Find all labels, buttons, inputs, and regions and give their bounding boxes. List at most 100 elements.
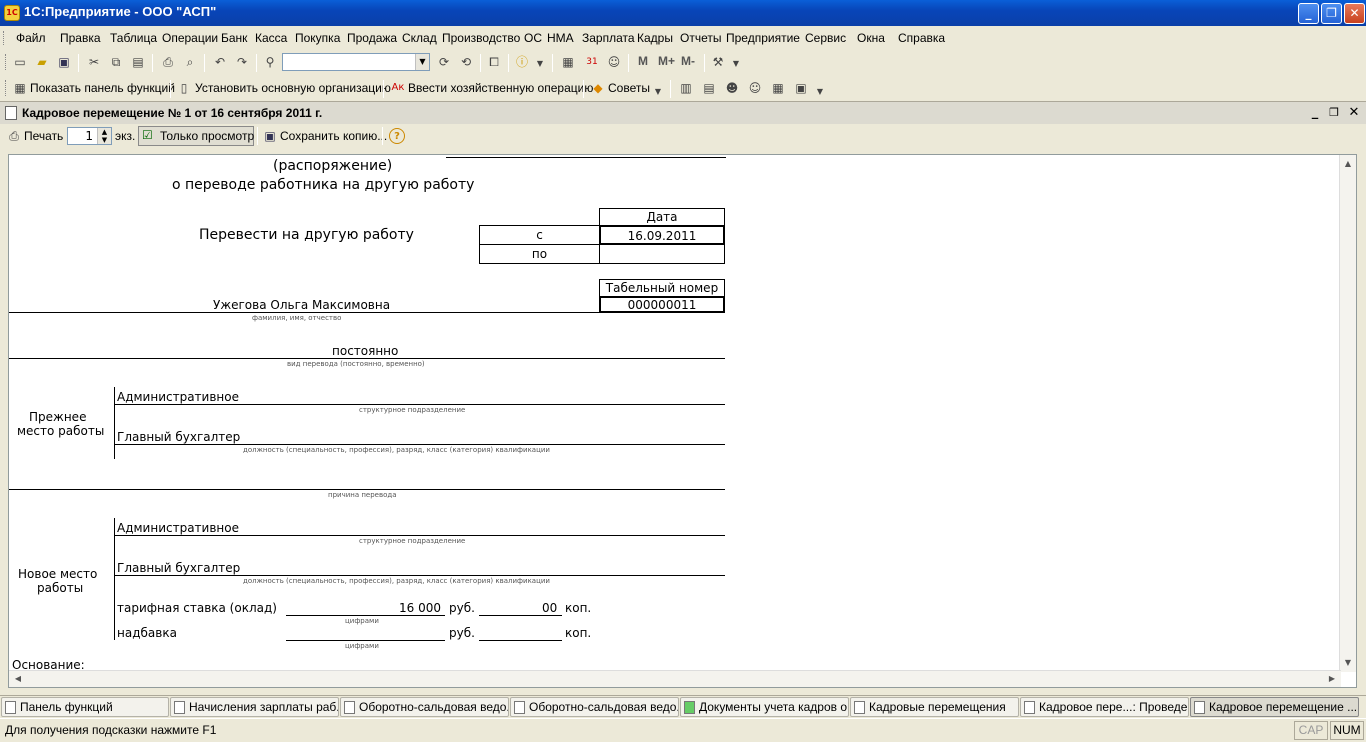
readonly-toggle[interactable]: ☑ Только просмотр — [138, 126, 254, 146]
menu-help[interactable]: Справка — [898, 31, 945, 45]
task-label: Кадровое перемещение ... — [1209, 700, 1358, 714]
vertical-scrollbar[interactable]: ▲ ▼ — [1339, 155, 1356, 672]
find-next-icon[interactable]: ⟳ — [436, 54, 452, 70]
toolbar-separator — [583, 80, 584, 98]
menu-enterprise[interactable]: Предприятие — [726, 31, 800, 45]
doc-minimize-button[interactable]: _ — [1307, 105, 1323, 121]
print-preview-icon[interactable]: ⌕ — [182, 54, 198, 70]
task-hr-documents[interactable]: Документы учета кадров о... — [680, 697, 849, 717]
menu-sales[interactable]: Продажа — [347, 31, 397, 45]
menu-salary[interactable]: Зарплата — [582, 31, 635, 45]
save-icon[interactable]: ▣ — [56, 54, 72, 70]
journal-icon[interactable]: ▤ — [701, 80, 717, 96]
undo-icon[interactable]: ↶ — [212, 54, 228, 70]
new-document-icon[interactable]: ▭ — [12, 54, 28, 70]
chevron-down-icon[interactable]: ▼ — [728, 56, 744, 72]
chevron-down-icon[interactable]: ▼ — [532, 56, 548, 72]
menu-edit[interactable]: Правка — [60, 31, 101, 45]
document-toolbar: ⎙ Печать 1 ▲ ▼ экз. ☑ Только просмотр ▣ С… — [0, 124, 1366, 148]
copies-stepper[interactable]: 1 ▲ ▼ — [67, 127, 112, 145]
menu-warehouse[interactable]: Склад — [402, 31, 437, 45]
stepper-arrows-icon[interactable]: ▲ ▼ — [97, 128, 111, 144]
task-salary-accruals[interactable]: Начисления зарплаты раб... — [170, 697, 339, 717]
employee-icon[interactable]: ☻ — [724, 80, 740, 96]
tips-button[interactable]: Советы — [608, 81, 650, 95]
cut-icon[interactable]: ✂ — [86, 54, 102, 70]
menu-intangibles[interactable]: НМА — [547, 31, 574, 45]
info-icon[interactable]: ⓘ — [514, 54, 530, 70]
save-copy-button[interactable]: Сохранить копию... — [280, 129, 387, 143]
report-icon[interactable]: ▦ — [770, 80, 786, 96]
doc-close-button[interactable]: ✕ — [1346, 105, 1362, 121]
tools-icon[interactable]: ⚒ — [710, 54, 726, 70]
task-balance-sheet-2[interactable]: Оборотно-сальдовая ведо... — [510, 697, 679, 717]
menu-windows[interactable]: Окна — [857, 31, 885, 45]
scroll-left-icon[interactable]: ◀ — [10, 671, 26, 687]
close-button[interactable]: ✕ — [1344, 3, 1365, 24]
toolbar-separator — [204, 54, 205, 72]
toolbar-separator — [704, 54, 705, 72]
calculator-icon[interactable]: ▦ — [560, 54, 576, 70]
users-icon[interactable]: ☺ — [606, 54, 622, 70]
menu-table[interactable]: Таблица — [110, 31, 157, 45]
allowance-digits-hint: цифрами — [345, 642, 379, 650]
restore-button[interactable]: ❐ — [1321, 3, 1342, 24]
menu-file[interactable]: Файл — [16, 31, 46, 45]
task-balance-sheet-1[interactable]: Оборотно-сальдовая ведо... — [340, 697, 509, 717]
menu-service[interactable]: Сервис — [805, 31, 846, 45]
horizontal-scrollbar[interactable]: ◀ ▶ — [9, 670, 1341, 687]
report-area: (распоряжение) о переводе работника на д… — [8, 154, 1357, 688]
show-panel-button[interactable]: Показать панель функций — [30, 81, 175, 95]
copy-icon[interactable]: ⧉ — [108, 54, 124, 70]
windows-icon[interactable]: ⧠ — [486, 54, 502, 70]
scroll-right-icon[interactable]: ▶ — [1324, 671, 1340, 687]
settings-icon[interactable]: ▣ — [793, 80, 809, 96]
enter-operation-button[interactable]: Ввести хозяйственную операцию — [408, 81, 593, 95]
chevron-down-icon[interactable]: ▼ — [650, 84, 666, 100]
print-icon[interactable]: ⎙ — [160, 54, 176, 70]
memory-button[interactable]: M — [638, 54, 648, 68]
calendar-icon[interactable]: 31 — [584, 54, 600, 70]
paste-icon[interactable]: ▤ — [130, 54, 146, 70]
minimize-button[interactable]: _ — [1298, 3, 1319, 24]
chevron-down-icon[interactable]: ▼ — [812, 84, 828, 100]
bank-icon[interactable]: ▥ — [678, 80, 694, 96]
redo-icon[interactable]: ↷ — [234, 54, 250, 70]
menu-cash[interactable]: Касса — [255, 31, 287, 45]
set-main-org-button[interactable]: Установить основную организацию — [195, 81, 391, 95]
doc-restore-button[interactable]: ❐ — [1326, 105, 1342, 121]
task-transfers-list[interactable]: Кадровые перемещения — [850, 697, 1019, 717]
toolbar-separator — [552, 54, 553, 72]
allowance-kop-line — [479, 640, 562, 641]
menu-operations[interactable]: Операции — [162, 31, 218, 45]
document-header: Кадровое перемещение № 1 от 16 сентября … — [0, 102, 1366, 124]
task-label: Кадровое пере...: Проведен — [1039, 700, 1189, 714]
menu-bank[interactable]: Банк — [221, 31, 247, 45]
find-prev-icon[interactable]: ⟲ — [458, 54, 474, 70]
menu-hr[interactable]: Кадры — [637, 31, 673, 45]
menu-purchase[interactable]: Покупка — [295, 31, 340, 45]
open-folder-icon[interactable]: ▰ — [34, 54, 50, 70]
menu-fixed-assets[interactable]: ОС — [524, 31, 542, 45]
staff-icon[interactable]: ☺ — [747, 80, 763, 96]
rate-line — [286, 615, 445, 616]
memory-minus-button[interactable]: M- — [681, 54, 695, 68]
scroll-up-icon[interactable]: ▲ — [1340, 156, 1356, 172]
copies-value: 1 — [85, 129, 93, 143]
new-dept-hint: структурное подразделение — [359, 537, 466, 545]
menu-reports[interactable]: Отчеты — [680, 31, 721, 45]
operation-icon: Ак — [391, 82, 405, 93]
print-button[interactable]: Печать — [24, 129, 63, 143]
memory-plus-button[interactable]: M+ — [658, 54, 675, 68]
task-transfer-posted[interactable]: Кадровое пере...: Проведен — [1020, 697, 1189, 717]
menu-production[interactable]: Производство — [442, 31, 520, 45]
task-transfer-print[interactable]: Кадровое перемещение ... — [1190, 697, 1359, 717]
new-bracket — [114, 518, 115, 640]
scroll-down-icon[interactable]: ▼ — [1340, 655, 1356, 671]
task-functions-panel[interactable]: Панель функций — [1, 697, 169, 717]
search-input[interactable]: ▼ — [282, 53, 430, 71]
help-icon[interactable]: ? — [389, 128, 405, 144]
transfer-type: постоянно — [332, 344, 399, 358]
new-position-hint: должность (специальность, профессия), ра… — [243, 577, 550, 585]
chevron-down-icon[interactable]: ▼ — [415, 54, 429, 70]
